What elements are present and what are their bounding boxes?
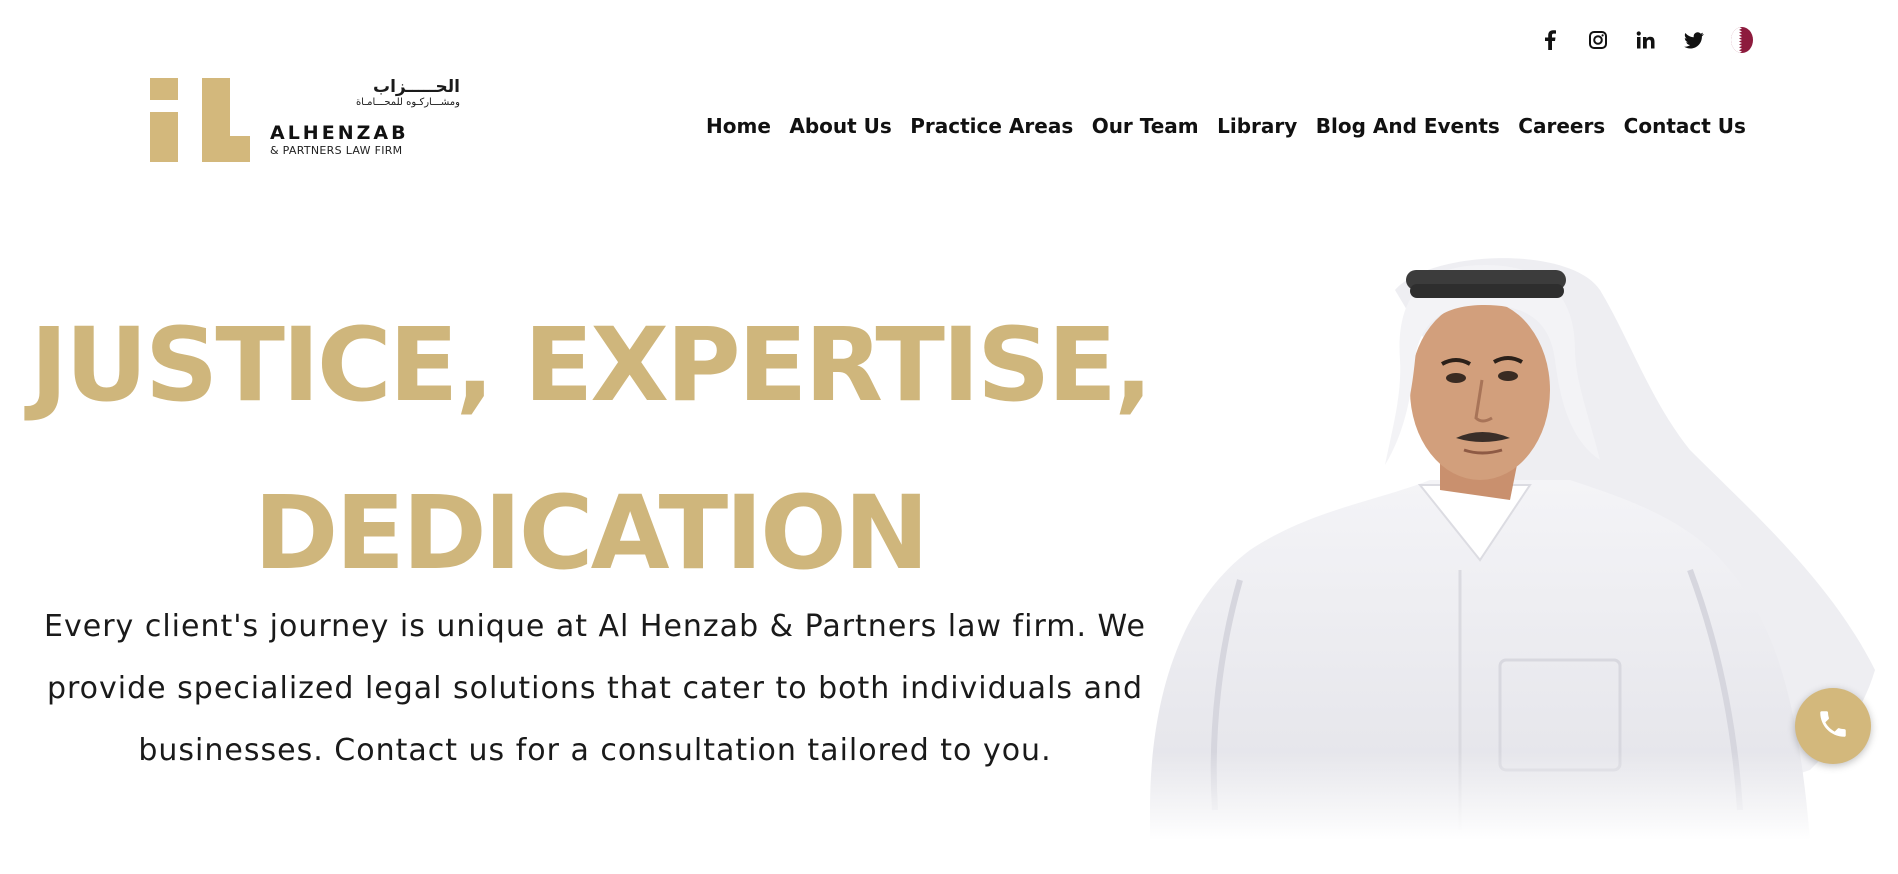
nav-our-team[interactable]: Our Team [1092,114,1199,138]
logo-arabic-subtitle: ومشـــاركـوه للمحـــامـاة [355,97,460,108]
hero-title-line-1: JUSTICE, EXPERTISE, [30,306,1153,425]
logo-name: ALHENZAB [270,122,409,144]
qatar-flag-icon [1731,27,1753,53]
instagram-link[interactable] [1574,26,1622,54]
instagram-icon [1589,31,1607,49]
linkedin-link[interactable] [1622,26,1670,54]
call-button[interactable] [1795,688,1871,764]
site-logo[interactable]: الحـــــزاب ومشـــاركـوه للمحـــامـاة AL… [150,78,460,162]
twitter-icon [1684,31,1704,49]
hero-portrait [1130,250,1890,840]
hero-description-line-3: businesses. Contact us for a consultatio… [138,733,1052,768]
logo-wordmark: الحـــــزاب ومشـــاركـوه للمحـــامـاة AL… [270,78,460,158]
main-nav: Home About Us Practice Areas Our Team Li… [706,114,1746,138]
nav-practice-areas[interactable]: Practice Areas [910,114,1073,138]
facebook-icon [1544,30,1556,50]
logo-arabic-name: الحـــــزاب [372,77,460,97]
nav-blog-and-events[interactable]: Blog And Events [1316,114,1500,138]
page: الحـــــزاب ومشـــاركـوه للمحـــامـاة AL… [0,0,1898,874]
nav-home[interactable]: Home [706,114,771,138]
nav-contact-us[interactable]: Contact Us [1624,114,1746,138]
nav-about-us[interactable]: About Us [789,114,891,138]
facebook-link[interactable] [1526,26,1574,54]
hero-description-line-2: provide specialized legal solutions that… [46,671,1144,706]
logo-subtitle: & PARTNERS LAW FIRM [270,144,403,157]
hero-title-line-2: DEDICATION [253,474,929,593]
social-bar [1526,26,1766,54]
hero-title: JUSTICE, EXPERTISE, DEDICATION [20,282,1160,618]
linkedin-icon [1636,31,1656,49]
twitter-link[interactable] [1670,26,1718,54]
hero-description-line-1: Every client's journey is unique at Al H… [44,609,1146,644]
nav-library[interactable]: Library [1217,114,1297,138]
language-switch[interactable] [1718,26,1766,54]
nav-careers[interactable]: Careers [1518,114,1605,138]
hero-description: Every client's journey is unique at Al H… [40,596,1150,782]
phone-icon [1816,707,1850,745]
logo-mark [150,78,250,162]
